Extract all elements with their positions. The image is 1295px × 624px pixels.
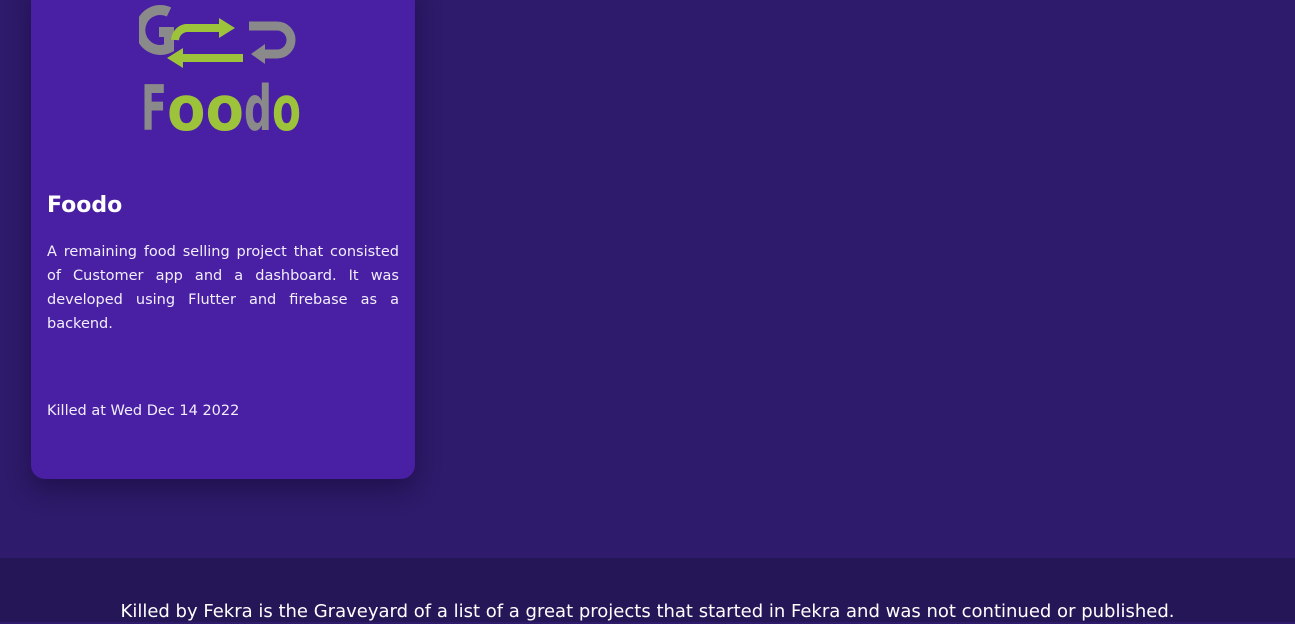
main-content: F oo d o Foodo A remaining food selling … <box>0 0 1295 558</box>
svg-text:o: o <box>272 72 301 134</box>
killed-date: Killed at Wed Dec 14 2022 <box>47 403 240 419</box>
project-card[interactable]: F oo d o Foodo A remaining food selling … <box>31 0 415 479</box>
svg-text:oo: oo <box>167 72 244 134</box>
svg-text:F: F <box>141 72 167 134</box>
recycle-arrows-icon <box>139 5 296 68</box>
footer-text: Killed by Fekra is the Graveyard of a li… <box>120 601 1175 622</box>
foodoo-wordmark: F oo d o <box>141 72 301 134</box>
project-description: A remaining food selling project that co… <box>47 244 399 332</box>
footer: Killed by Fekra is the Graveyard of a li… <box>0 558 1295 622</box>
project-title: Foodo <box>47 193 123 218</box>
foodoo-logo: F oo d o <box>139 5 301 134</box>
svg-text:d: d <box>244 72 272 134</box>
